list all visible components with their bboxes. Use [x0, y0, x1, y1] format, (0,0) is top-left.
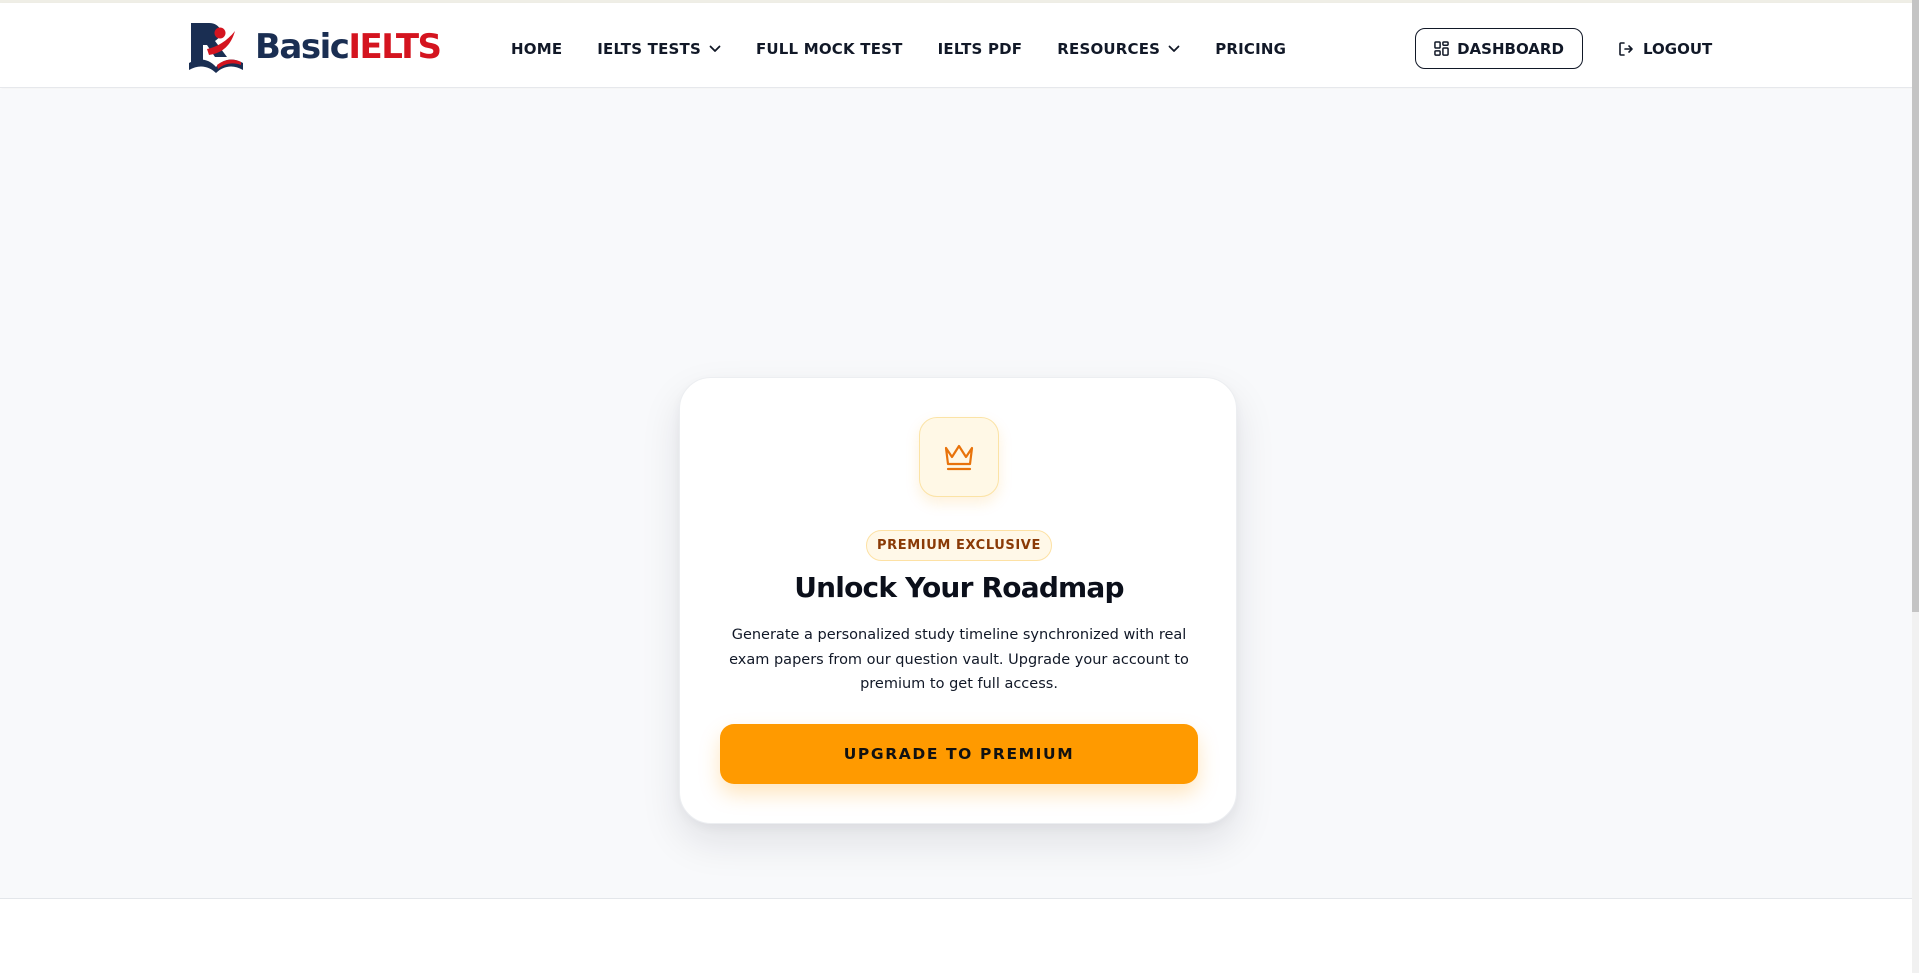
nav-full-mock-test[interactable]: FULL MOCK TEST [756, 40, 903, 58]
nav-ielts-tests[interactable]: IELTS TESTS [597, 40, 721, 58]
logo-wordmark-basic: Basic [255, 27, 350, 67]
card-title: Unlock Your Roadmap [794, 571, 1124, 604]
chevron-down-icon [1168, 45, 1180, 52]
logout-icon [1619, 41, 1633, 56]
scrollbar-thumb[interactable] [1912, 0, 1919, 612]
logout-button-label: LOGOUT [1643, 39, 1713, 58]
nav-pricing-label: PRICING [1215, 39, 1287, 58]
main-content: PREMIUM EXCLUSIVE Unlock Your Roadmap Ge… [0, 89, 1919, 899]
upgrade-to-premium-button[interactable]: UPGRADE TO PREMIUM [720, 724, 1198, 784]
nav-home[interactable]: HOME [511, 40, 562, 58]
nav-home-label: HOME [511, 39, 563, 58]
nav-resources[interactable]: RESOURCES [1057, 40, 1180, 58]
logo-wordmark: BasicIELTS [255, 27, 442, 67]
crown-icon-container [919, 417, 999, 497]
logo-emblem-icon [189, 23, 243, 73]
chevron-down-icon [709, 45, 721, 52]
nav-ielts-tests-label: IELTS TESTS [597, 39, 701, 58]
premium-exclusive-badge: PREMIUM EXCLUSIVE [866, 530, 1052, 561]
main-nav: HOME IELTS TESTS FULL MOCK TEST IELTS PD… [511, 6, 1321, 91]
nav-pricing[interactable]: PRICING [1215, 40, 1286, 58]
site-header: BasicIELTS HOME IELTS TESTS FULL MOCK TE… [0, 3, 1919, 88]
nav-full-mock-test-label: FULL MOCK TEST [755, 39, 903, 58]
page-scrollbar[interactable] [1912, 0, 1919, 973]
card-description: Generate a personalized study timeline s… [729, 627, 1189, 692]
site-logo[interactable]: BasicIELTS [187, 19, 442, 75]
nav-ielts-pdf-label: IELTS PDF [937, 39, 1023, 58]
nav-ielts-pdf[interactable]: IELTS PDF [938, 40, 1023, 58]
nav-resources-label: RESOURCES [1057, 39, 1161, 58]
premium-lock-card: PREMIUM EXCLUSIVE Unlock Your Roadmap Ge… [679, 377, 1237, 824]
logout-button[interactable]: LOGOUT [1618, 28, 1712, 69]
logo-wordmark-ielts: IELTS [348, 27, 442, 67]
dashboard-button-label: DASHBOARD [1457, 39, 1564, 58]
dashboard-grid-icon [1434, 41, 1449, 56]
dashboard-button[interactable]: DASHBOARD [1415, 28, 1583, 69]
crown-icon [944, 444, 974, 471]
